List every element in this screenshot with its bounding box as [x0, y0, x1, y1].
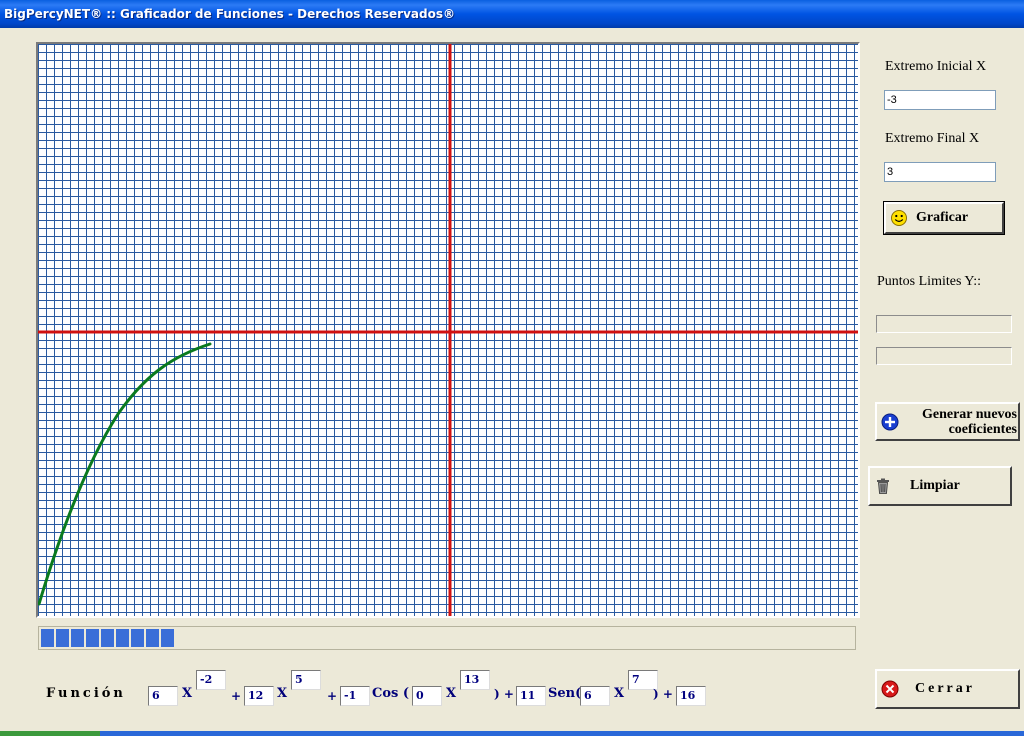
- sen-label: Sen(: [548, 686, 582, 701]
- y-limit-field-2: [876, 347, 1012, 365]
- x-symbol-1: X: [182, 686, 193, 701]
- cos-exponent-input[interactable]: 13: [460, 670, 490, 690]
- progress-segment: [116, 629, 129, 647]
- new-coefficients-label-1: Generar nuevos: [921, 406, 1017, 422]
- progress-segment: [131, 629, 144, 647]
- plus-sign-2: +: [327, 689, 338, 703]
- coefficient-2-input[interactable]: 12: [244, 686, 274, 706]
- progress-segment: [161, 629, 174, 647]
- coefficient-1-input[interactable]: 6: [148, 686, 178, 706]
- plus-sign-1: +: [231, 689, 242, 703]
- constant-input[interactable]: 16: [676, 686, 706, 706]
- graph-button[interactable]: Graficar: [883, 201, 1005, 235]
- start-button-edge: [0, 731, 100, 736]
- cos-close-paren: ) +: [494, 687, 514, 701]
- sen-close-paren: ) +: [653, 687, 673, 701]
- new-coefficients-label-2: coeficientes: [948, 421, 1017, 437]
- x-end-label: Extremo Final X: [885, 131, 980, 146]
- plus-circle-icon: [881, 413, 899, 431]
- graph-button-label: Graficar: [916, 210, 969, 225]
- x-symbol-4: X: [614, 686, 625, 701]
- cos-label: Cos (: [372, 686, 410, 701]
- graph-canvas: [36, 42, 860, 618]
- close-button[interactable]: Cerrar: [875, 669, 1020, 709]
- progress-bar: [38, 626, 856, 650]
- close-button-label: Cerrar: [915, 681, 975, 696]
- x-symbol-2: X: [277, 686, 288, 701]
- x-end-input[interactable]: 3: [884, 162, 996, 182]
- coefficient-4-input[interactable]: 11: [516, 686, 546, 706]
- progress-segment: [146, 629, 159, 647]
- window-title: BigPercyNET® :: Graficador de Funciones …: [0, 0, 1024, 28]
- y-limits-label: Puntos Limites Y::: [877, 274, 981, 289]
- progress-segment: [86, 629, 99, 647]
- progress-segment: [41, 629, 54, 647]
- close-circle-icon: [881, 680, 899, 698]
- new-coefficients-button[interactable]: Generar nuevos coeficientes: [875, 402, 1020, 441]
- x-start-input[interactable]: -3: [884, 90, 996, 110]
- progress-segment: [101, 629, 114, 647]
- progress-segment: [56, 629, 69, 647]
- taskbar-strip: [0, 731, 1024, 736]
- function-label: Función: [46, 686, 126, 701]
- x-symbol-3: X: [446, 686, 457, 701]
- x-start-label: Extremo Inicial X: [885, 59, 987, 74]
- graph-svg: [38, 44, 858, 616]
- exponent-2-input[interactable]: 5: [291, 670, 321, 690]
- trash-can-icon: [874, 477, 892, 495]
- smiley-icon: [890, 209, 908, 227]
- clear-button[interactable]: Limpiar: [868, 466, 1012, 506]
- sen-coefficient-input[interactable]: 6: [580, 686, 610, 706]
- clear-button-label: Limpiar: [910, 478, 960, 493]
- cos-coefficient-input[interactable]: 0: [412, 686, 442, 706]
- exponent-1-input[interactable]: -2: [196, 670, 226, 690]
- y-limit-field-1: [876, 315, 1012, 333]
- coefficient-3-input[interactable]: -1: [340, 686, 370, 706]
- progress-segment: [71, 629, 84, 647]
